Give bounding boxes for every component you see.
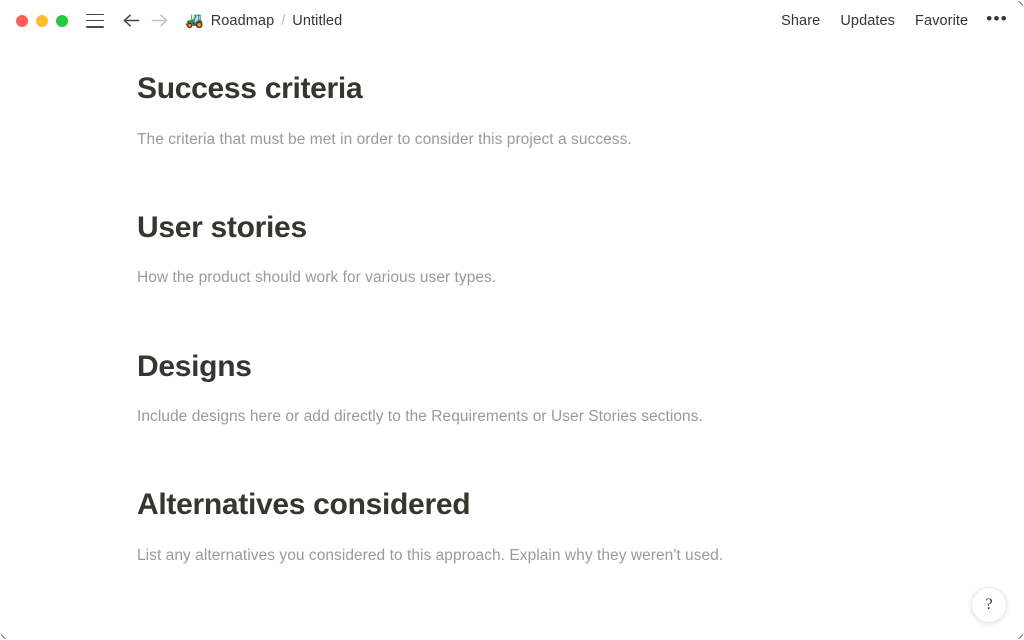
section-description[interactable]: The criteria that must be met in order t… <box>137 128 1024 151</box>
updates-button[interactable]: Updates <box>838 11 897 31</box>
section-description[interactable]: List any alternatives you considered to … <box>137 544 1024 567</box>
minimize-window-button[interactable] <box>36 14 48 27</box>
section-description[interactable]: How the product should work for various … <box>137 266 1024 289</box>
hamburger-line <box>86 13 104 16</box>
arrow-left-icon[interactable] <box>122 13 141 28</box>
help-button[interactable]: ? <box>971 587 1007 623</box>
document-content: Success criteria The criteria that must … <box>0 41 1024 640</box>
breadcrumb-parent[interactable]: Roadmap <box>211 13 275 29</box>
traffic-light-group <box>16 14 68 27</box>
document-section: Success criteria The criteria that must … <box>137 70 1024 151</box>
breadcrumb: 🚜 Roadmap / Untitled <box>185 13 342 29</box>
titlebar-actions: Share Updates Favorite ••• <box>779 10 1008 31</box>
arrow-right-icon[interactable] <box>150 13 169 28</box>
section-description[interactable]: Include designs here or add directly to … <box>137 405 1024 428</box>
breadcrumb-current[interactable]: Untitled <box>292 13 342 29</box>
app-window: 🚜 Roadmap / Untitled Share Updates Favor… <box>0 0 1024 640</box>
section-heading[interactable]: Success criteria <box>137 70 1024 108</box>
favorite-button[interactable]: Favorite <box>913 11 970 31</box>
hamburger-line <box>86 25 104 28</box>
close-window-button[interactable] <box>16 14 28 27</box>
section-heading[interactable]: Alternatives considered <box>137 486 1024 524</box>
hamburger-line <box>86 19 104 22</box>
more-options-icon[interactable]: ••• <box>986 10 1008 31</box>
breadcrumb-separator: / <box>281 12 286 29</box>
document-section: User stories How the product should work… <box>137 209 1024 290</box>
section-heading[interactable]: User stories <box>137 209 1024 247</box>
document-section: Designs Include designs here or add dire… <box>137 348 1024 429</box>
title-bar: 🚜 Roadmap / Untitled Share Updates Favor… <box>0 0 1024 41</box>
section-heading[interactable]: Designs <box>137 348 1024 386</box>
maximize-window-button[interactable] <box>56 14 68 27</box>
tractor-icon: 🚜 <box>185 12 204 29</box>
document-section: Alternatives considered List any alterna… <box>137 486 1024 567</box>
share-button[interactable]: Share <box>779 11 822 31</box>
hamburger-icon[interactable] <box>86 13 104 28</box>
navigation-arrows <box>122 13 169 28</box>
